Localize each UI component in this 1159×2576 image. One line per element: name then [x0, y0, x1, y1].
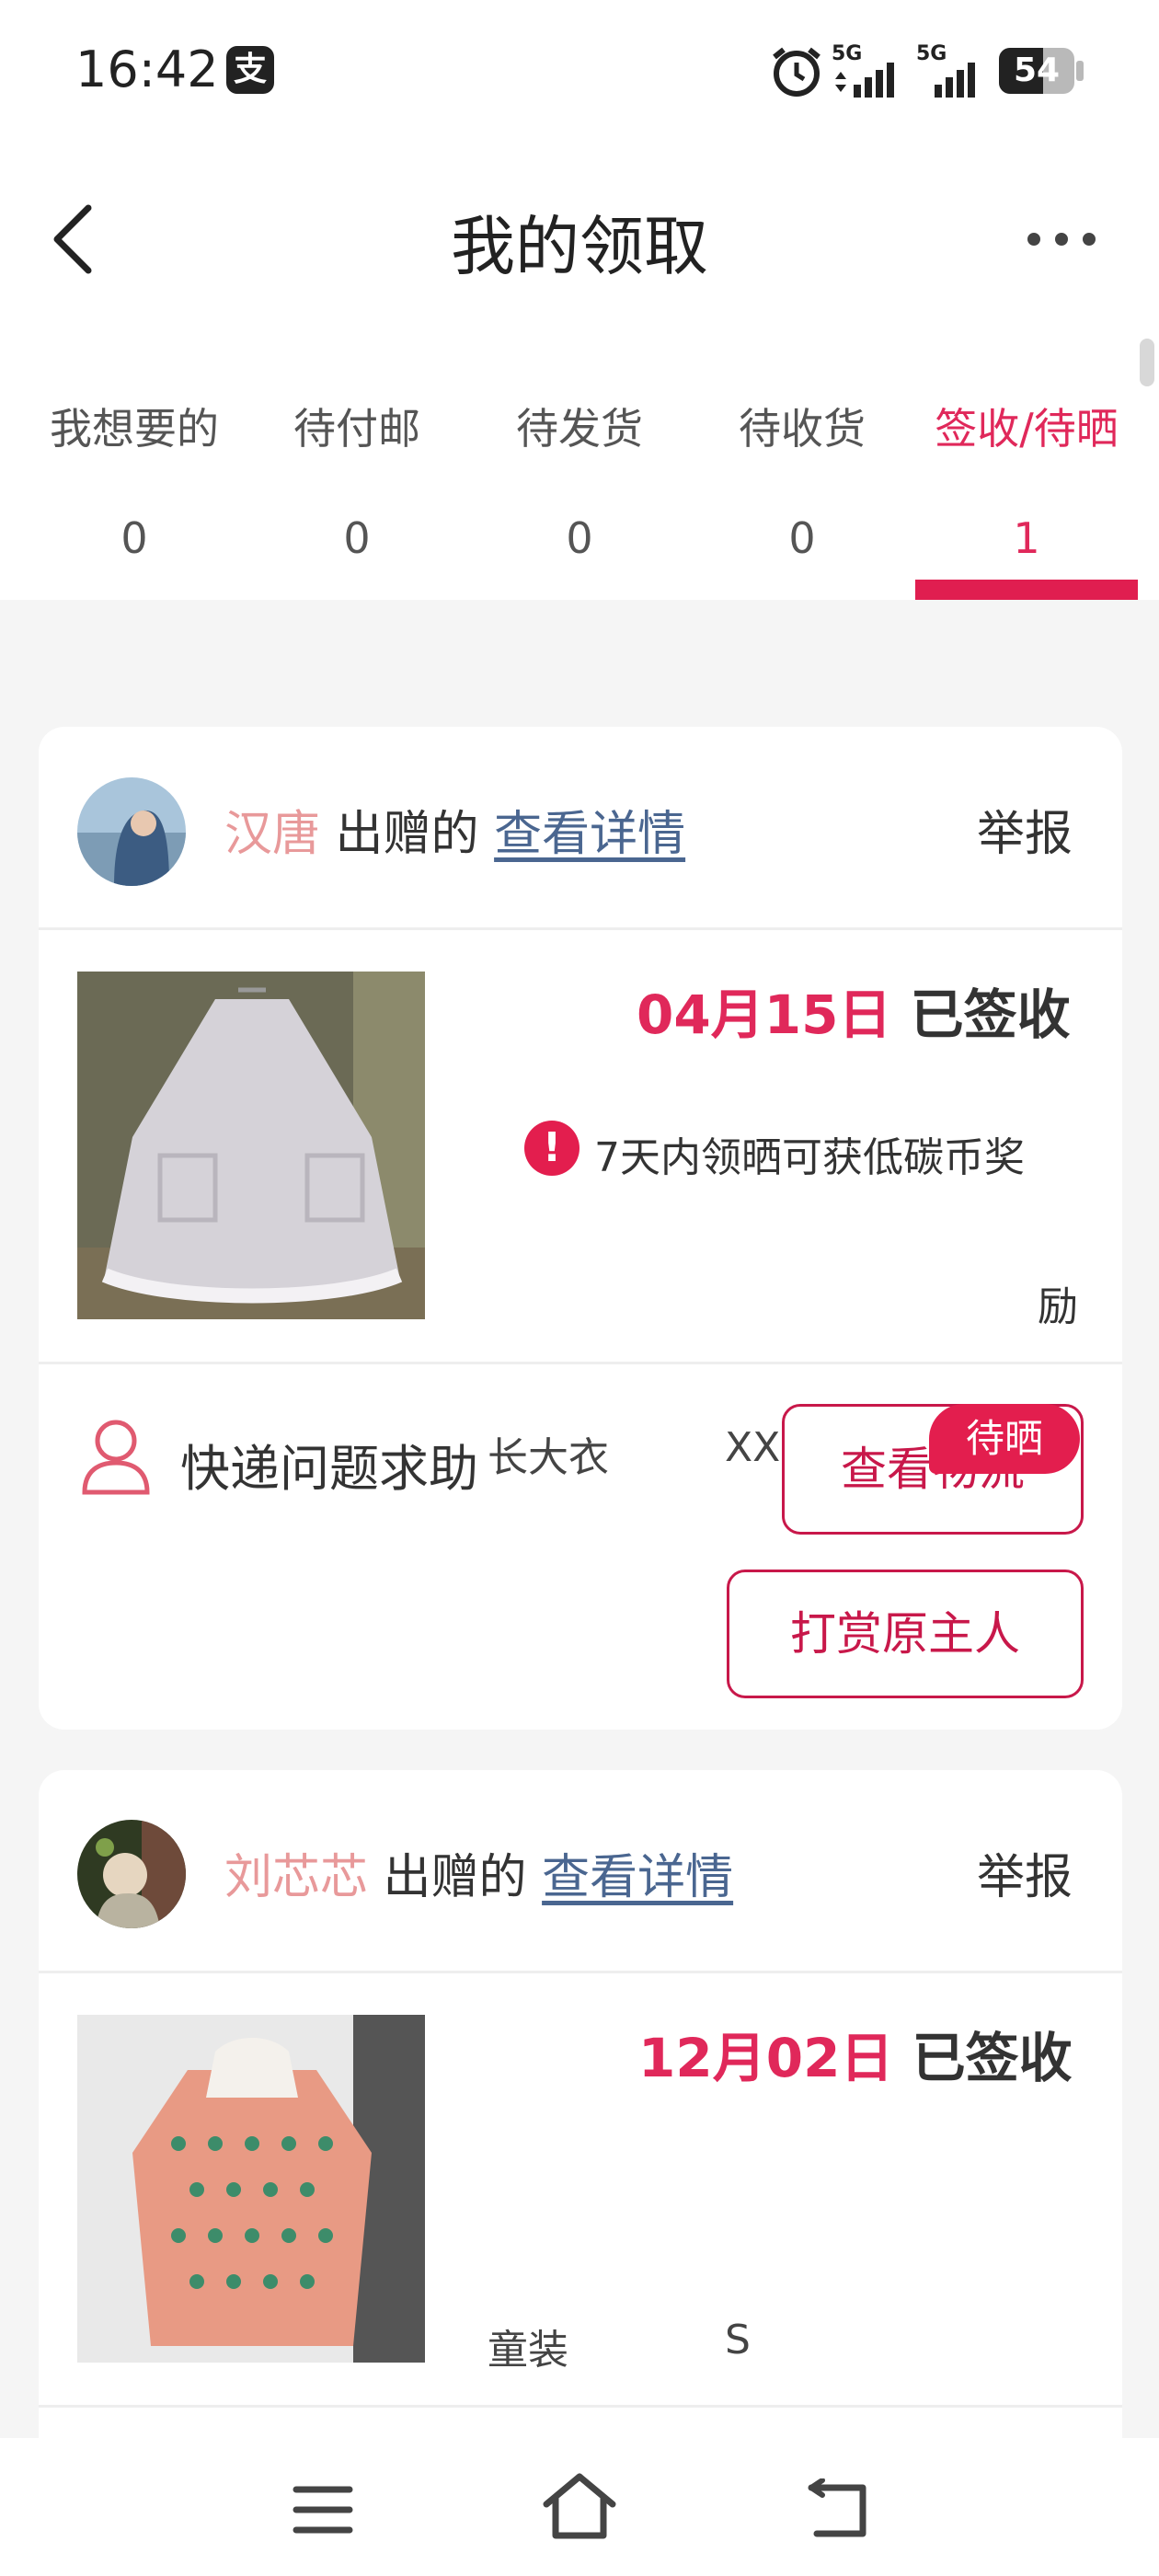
gave-text: 出赠的 [335, 807, 479, 862]
person-icon [82, 1420, 150, 1495]
scroll-indicator [1140, 339, 1154, 386]
tab-label: 签收/待晒 [935, 404, 1119, 454]
sign-date-status: 12月02日 已签收 [638, 2015, 1073, 2092]
menu-icon[interactable] [293, 2484, 353, 2536]
active-tab-indicator [915, 580, 1138, 600]
reward-notice: 7天内领晒可获低碳币奖 [594, 1134, 1025, 1181]
tab-pending-shipment[interactable]: 待发货 0 [469, 396, 690, 563]
sign-date-status: 04月15日 已签收 [637, 972, 1071, 1049]
report-button[interactable]: 举报 [977, 795, 1073, 864]
donor-line: 刘芯芯 出赠的 查看详情 [224, 1838, 733, 1907]
courier-help-link[interactable]: 快递问题求助 [180, 1428, 478, 1501]
donor-name[interactable]: 刘芯芯 [224, 1850, 368, 1905]
item-category: 童装 [488, 2327, 568, 2374]
tab-count: 0 [120, 513, 148, 563]
more-dots-icon[interactable] [1025, 230, 1098, 248]
avatar[interactable] [77, 1820, 186, 1928]
donor-name[interactable]: 汉唐 [224, 807, 320, 862]
donor-line: 汉唐 出赠的 查看详情 [224, 795, 685, 864]
tab-count: 0 [566, 513, 593, 563]
sign-status: 已签收 [910, 983, 1071, 1046]
item-image[interactable] [77, 972, 425, 1319]
battery-icon: 54 [999, 48, 1074, 94]
item-category: 长大衣 [488, 1434, 609, 1481]
tab-count: 1 [1013, 513, 1040, 563]
tab-pending-postage[interactable]: 待付邮 0 [247, 396, 467, 563]
battery-level: 54 [1013, 52, 1061, 89]
gave-text: 出赠的 [383, 1850, 527, 1905]
back-nav-icon[interactable] [806, 2478, 870, 2539]
tab-signed-share[interactable]: 签收/待晒 1 [916, 396, 1137, 563]
page-title: 我的领取 [451, 209, 708, 284]
divider [39, 1362, 1122, 1364]
app-notification-icon: 支 [226, 46, 274, 94]
tab-label: 待收货 [739, 404, 866, 454]
sign-date: 12月02日 [638, 2027, 894, 2089]
sign-date: 04月15日 [637, 983, 892, 1046]
tab-count: 0 [788, 513, 816, 563]
tab-wanted[interactable]: 我想要的 0 [24, 396, 245, 563]
sign-status: 已签收 [912, 2027, 1073, 2089]
alarm-icon [773, 47, 820, 97]
tab-label: 我想要的 [50, 404, 219, 454]
status-time: 16:42 [75, 40, 219, 98]
view-details-link[interactable]: 查看详情 [542, 1850, 733, 1905]
tab-count: 0 [343, 513, 371, 563]
tab-pending-receipt[interactable]: 待收货 0 [692, 396, 912, 563]
signal-icon-2 [935, 63, 975, 98]
report-button[interactable]: 举报 [977, 1838, 1073, 1907]
home-icon[interactable] [541, 2471, 618, 2541]
divider [39, 2405, 1122, 2408]
tab-label: 待发货 [516, 404, 643, 454]
battery-tip [1076, 61, 1084, 81]
warning-icon: ! [524, 1121, 580, 1176]
divider [39, 1971, 1122, 1973]
avatar[interactable] [77, 777, 186, 886]
divider [39, 927, 1122, 930]
signal-icon-1 [835, 63, 894, 98]
reward-notice-continued: 励 [1038, 1283, 1078, 1330]
share-badge: 待晒 [929, 1404, 1080, 1474]
item-size: S [725, 2317, 751, 2363]
tip-donor-button[interactable]: 打赏原主人 [727, 1570, 1084, 1698]
tab-label: 待付邮 [293, 404, 420, 454]
item-image[interactable] [77, 2015, 425, 2363]
view-details-link[interactable]: 查看详情 [494, 807, 685, 862]
